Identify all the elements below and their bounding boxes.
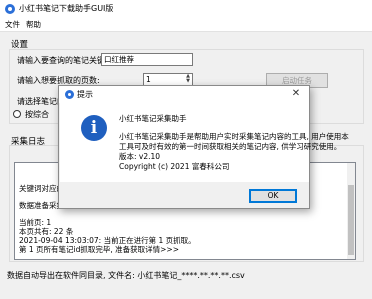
app-icon	[5, 4, 15, 14]
dialog-copyright: Copyright (c) 2021 富春科公司	[119, 162, 230, 171]
log-scrollbar-thumb[interactable]	[348, 185, 354, 255]
window-title: 小红书笔记下载助手GUI版	[19, 4, 114, 13]
menu-file[interactable]: 文件	[5, 19, 20, 30]
status-bar: 数据自动导出在软件同目录, 文件名: 小红书笔记_****.**.**.**.c…	[7, 271, 245, 280]
info-icon: i	[81, 115, 107, 141]
dialog-title: 提示	[77, 90, 93, 99]
sort-radio-label: 按综合	[25, 110, 49, 119]
sort-radio-comprehensive[interactable]	[13, 110, 21, 118]
keyword-input[interactable]: 口红推荐	[101, 53, 193, 66]
about-dialog: 提示 ✕ i 小红书笔记采集助手 小红书笔记采集助手是帮助用户实时采集笔记内容的…	[58, 85, 349, 209]
log-line: 第 1 页所有笔记id抓取完毕, 准备获取详情>>>	[19, 245, 180, 254]
menu-bar: 文件 帮助	[0, 18, 372, 32]
window-titlebar: 小红书笔记下载助手GUI版	[0, 0, 372, 18]
ok-button[interactable]: OK	[249, 189, 297, 203]
pages-stepper[interactable]: ▲ ▼	[184, 74, 192, 85]
dialog-titlebar: 提示 ✕	[59, 86, 309, 103]
log-scrollbar[interactable]	[347, 163, 355, 259]
dialog-app-icon	[65, 90, 74, 99]
menu-help[interactable]: 帮助	[26, 19, 41, 30]
dialog-heading: 小红书笔记采集助手	[119, 114, 187, 123]
close-icon[interactable]: ✕	[288, 87, 304, 101]
